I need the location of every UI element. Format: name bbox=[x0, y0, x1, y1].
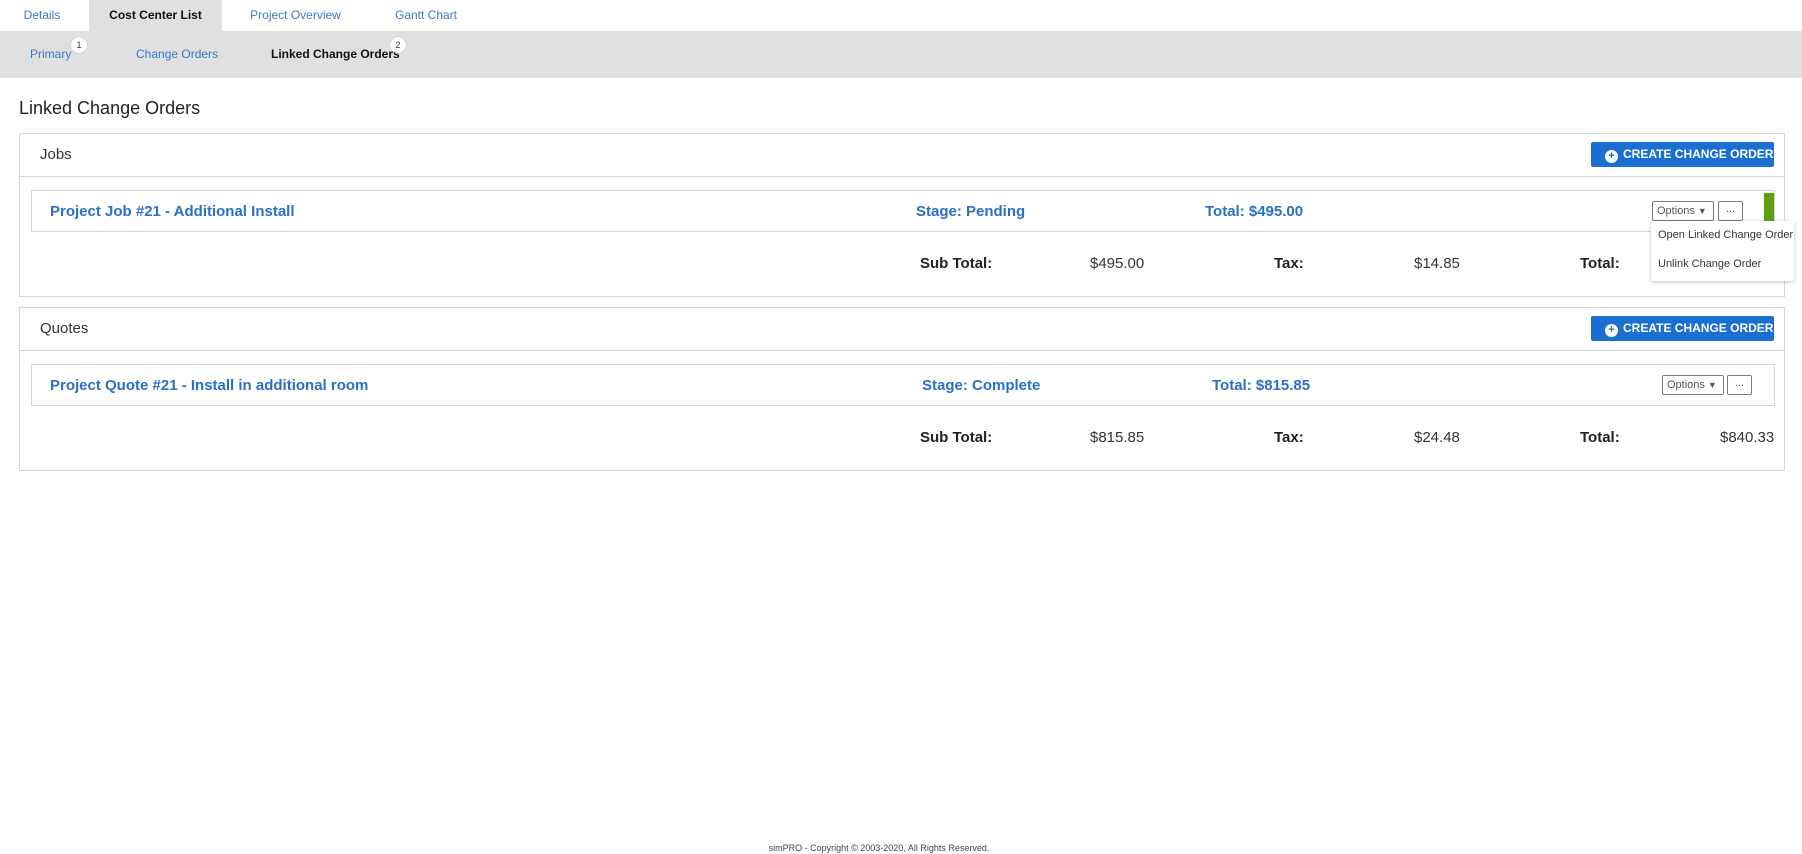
plus-circle-icon: + bbox=[1605, 324, 1618, 337]
quote-options-button[interactable]: Options ▼ bbox=[1662, 375, 1724, 395]
top-tabs: Details Cost Center List Project Overvie… bbox=[0, 0, 1802, 31]
create-change-order-button[interactable]: + CREATE CHANGE ORDER bbox=[1591, 142, 1774, 167]
create-button-label: CREATE CHANGE ORDER bbox=[1623, 321, 1774, 335]
plus-circle-icon: + bbox=[1605, 150, 1618, 163]
create-change-order-button[interactable]: + CREATE CHANGE ORDER bbox=[1591, 316, 1774, 341]
job-item-total: Total: $495.00 bbox=[1205, 203, 1304, 220]
footer-copyright: simPRO - Copyright © 2003-2020, All Righ… bbox=[768, 843, 990, 853]
quotes-tax-label: Tax: bbox=[1274, 429, 1304, 446]
linked-count-badge: 2 bbox=[390, 37, 406, 53]
tab-details[interactable]: Details bbox=[0, 0, 84, 31]
subtab-linked-label: Linked Change Orders bbox=[271, 47, 400, 61]
quote-item-title[interactable]: Project Quote #21 - Install in additiona… bbox=[50, 377, 368, 394]
subtab-linked-change-orders[interactable]: Linked Change Orders 2 bbox=[271, 37, 406, 61]
subtab-primary-label: Primary bbox=[30, 47, 72, 61]
jobs-tax-value: $14.85 bbox=[1414, 255, 1460, 272]
menu-item-open-linked-change-order[interactable]: Open Linked Change Order bbox=[1658, 229, 1793, 241]
quote-item-total: Total: $815.85 bbox=[1212, 377, 1311, 394]
jobs-total-label: Total: bbox=[1580, 255, 1620, 272]
primary-count-badge: 1 bbox=[71, 37, 87, 53]
quotes-total-label: Total: bbox=[1580, 429, 1620, 446]
quotes-subtotal-value: $815.85 bbox=[1090, 429, 1145, 446]
quotes-item-row: Project Quote #21 - Install in additiona… bbox=[31, 364, 1775, 406]
sub-tabs: Primary 1 Change Orders Linked Change Or… bbox=[0, 31, 1802, 78]
subtab-change-orders[interactable]: Change Orders bbox=[136, 47, 218, 61]
job-more-button[interactable]: ... bbox=[1718, 201, 1743, 221]
caret-down-icon: ▼ bbox=[1697, 206, 1707, 216]
page-title: Linked Change Orders bbox=[19, 98, 201, 118]
tab-project-overview[interactable]: Project Overview bbox=[232, 0, 359, 31]
subtab-primary[interactable]: Primary 1 bbox=[30, 37, 87, 61]
quote-options-label: Options bbox=[1667, 379, 1705, 391]
jobs-subtotal-value: $495.00 bbox=[1090, 255, 1145, 272]
tab-gantt-chart[interactable]: Gantt Chart bbox=[376, 0, 476, 31]
job-options-label: Options bbox=[1657, 205, 1695, 217]
jobs-tax-label: Tax: bbox=[1274, 255, 1304, 272]
options-dropdown-menu: Open Linked Change Order Unlink Change O… bbox=[1651, 221, 1794, 281]
quotes-total-value: $840.33 bbox=[1720, 429, 1775, 446]
quotes-header: Quotes + CREATE CHANGE ORDER bbox=[20, 308, 1784, 351]
job-item-title[interactable]: Project Job #21 - Additional Install bbox=[50, 203, 295, 220]
job-options-button[interactable]: Options ▼ bbox=[1652, 201, 1714, 221]
quotes-subtotal-label: Sub Total: bbox=[920, 429, 993, 446]
job-item-stage: Stage: Pending bbox=[916, 203, 1026, 220]
jobs-subtotal-label: Sub Total: bbox=[920, 255, 993, 272]
tab-cost-center-list[interactable]: Cost Center List bbox=[89, 0, 222, 31]
quotes-summary: Sub Total: $815.85 Tax: $24.48 Total: $8… bbox=[20, 429, 1786, 459]
jobs-section: Jobs + CREATE CHANGE ORDER Project Job #2… bbox=[19, 133, 1785, 297]
quote-more-button[interactable]: ... bbox=[1727, 375, 1752, 395]
menu-item-unlink-change-order[interactable]: Unlink Change Order bbox=[1658, 258, 1761, 270]
quotes-tax-value: $24.48 bbox=[1414, 429, 1460, 446]
quotes-section: Quotes + CREATE CHANGE ORDER Project Quot… bbox=[19, 307, 1785, 471]
jobs-summary: Sub Total: $495.00 Tax: $14.85 Total: bbox=[20, 255, 1786, 285]
quote-item-stage: Stage: Complete bbox=[922, 377, 1041, 394]
create-button-label: CREATE CHANGE ORDER bbox=[1623, 147, 1774, 161]
jobs-item-row: Project Job #21 - Additional Install Sta… bbox=[31, 190, 1775, 232]
jobs-header: Jobs + CREATE CHANGE ORDER bbox=[20, 134, 1784, 177]
caret-down-icon: ▼ bbox=[1707, 380, 1717, 390]
quotes-title: Quotes bbox=[40, 320, 89, 337]
jobs-title: Jobs bbox=[40, 146, 72, 163]
